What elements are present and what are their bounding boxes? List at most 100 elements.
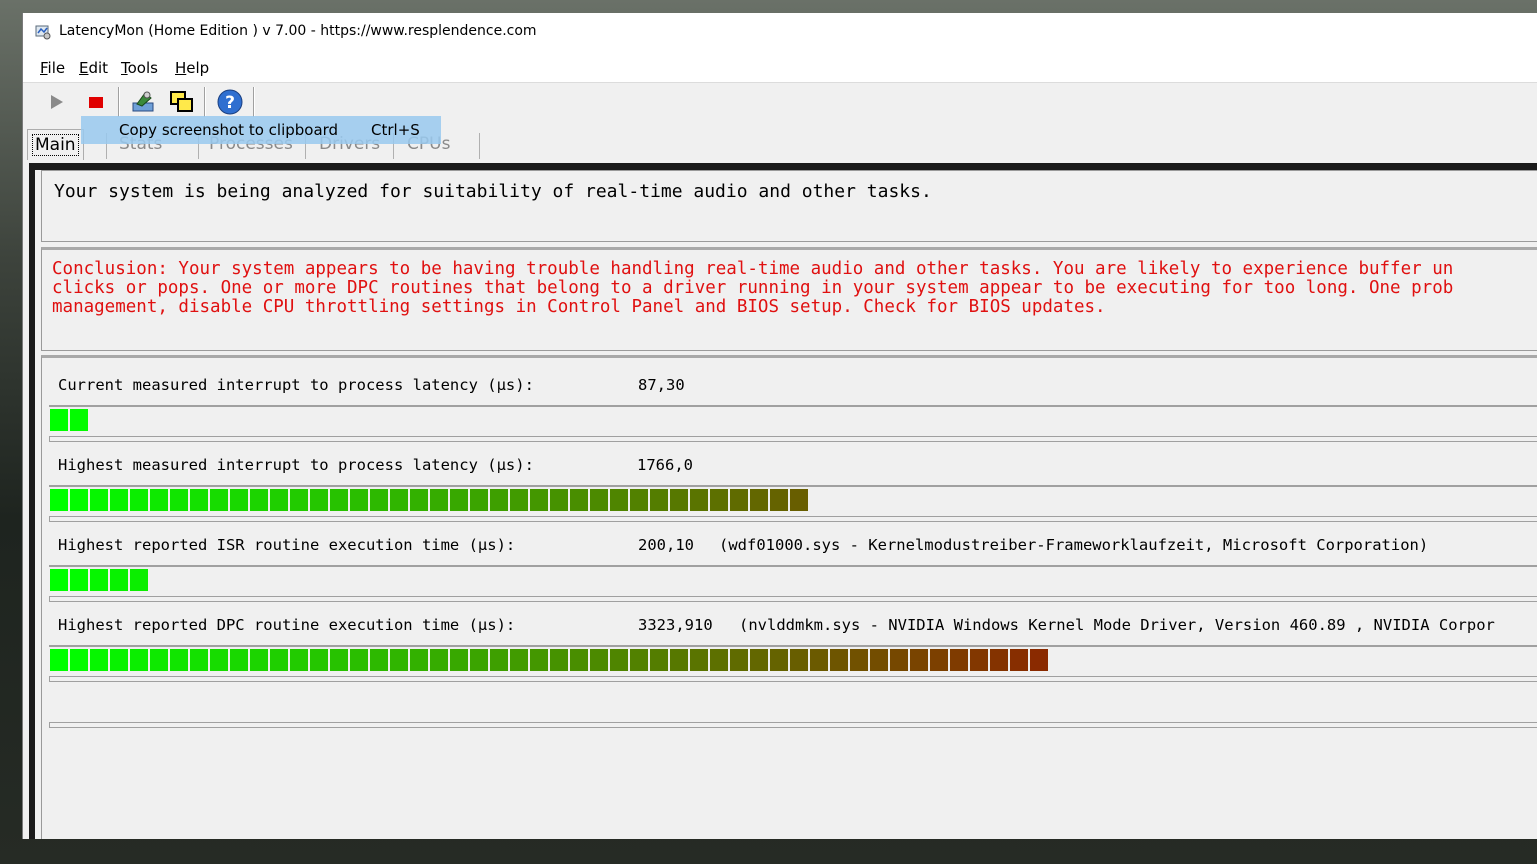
bar-segment bbox=[230, 649, 248, 671]
bar-segment bbox=[490, 649, 508, 671]
bar-segment bbox=[710, 489, 728, 511]
bar-segment bbox=[510, 489, 528, 511]
title-bar[interactable]: LatencyMon (Home Edition ) v 7.00 - http… bbox=[23, 13, 1537, 53]
bar-segment bbox=[530, 649, 548, 671]
conclusion-panel: Conclusion: Your system appears to be ha… bbox=[41, 247, 1537, 351]
bar-segment bbox=[570, 489, 588, 511]
metric-separator bbox=[49, 722, 1537, 728]
bar-segment bbox=[910, 649, 928, 671]
isr-time-bar bbox=[49, 565, 1537, 598]
bar-segment bbox=[250, 649, 268, 671]
bar-segment bbox=[70, 569, 88, 591]
menu-file[interactable]: File bbox=[40, 59, 65, 77]
svg-text:?: ? bbox=[225, 93, 235, 113]
conclusion-line: clicks or pops. One or more DPC routines… bbox=[52, 278, 1454, 298]
bar-segment bbox=[690, 489, 708, 511]
bar-segment bbox=[470, 649, 488, 671]
latencymon-window: LatencyMon (Home Edition ) v 7.00 - http… bbox=[22, 13, 1537, 839]
bar-segment bbox=[590, 649, 608, 671]
bar-segment bbox=[490, 489, 508, 511]
bar-segment bbox=[650, 649, 668, 671]
bar-segment bbox=[450, 489, 468, 511]
main-panel: Your system is being analyzed for suitab… bbox=[35, 170, 1537, 839]
bar-segment bbox=[70, 489, 88, 511]
metric-separator bbox=[49, 676, 1537, 682]
isr-time-label: Highest reported ISR routine execution t… bbox=[58, 536, 516, 554]
metric-separator bbox=[49, 596, 1537, 602]
tab-main-label: Main bbox=[32, 134, 79, 156]
bar-segment bbox=[810, 649, 828, 671]
app-icon bbox=[35, 25, 51, 40]
toolbar-separator bbox=[204, 87, 206, 117]
settings-icon[interactable] bbox=[129, 88, 157, 116]
tab-separator bbox=[479, 133, 480, 159]
help-icon[interactable]: ? bbox=[216, 88, 244, 116]
bar-segment bbox=[390, 649, 408, 671]
bar-segment bbox=[470, 489, 488, 511]
bar-segment bbox=[790, 489, 808, 511]
bar-segment bbox=[270, 489, 288, 511]
metric-separator bbox=[49, 516, 1537, 522]
windows-icon[interactable] bbox=[168, 88, 196, 116]
conclusion-line: Conclusion: Your system appears to be ha… bbox=[52, 259, 1454, 279]
bar-segment bbox=[150, 649, 168, 671]
bar-segment bbox=[50, 649, 68, 671]
dpc-time-label: Highest reported DPC routine execution t… bbox=[58, 616, 516, 634]
bar-segment bbox=[790, 649, 808, 671]
bar-segment bbox=[330, 649, 348, 671]
dpc-time-bar bbox=[49, 645, 1537, 678]
bar-segment bbox=[570, 649, 588, 671]
menu-tools[interactable]: Tools bbox=[121, 59, 158, 77]
bar-segment bbox=[50, 489, 68, 511]
play-icon[interactable] bbox=[42, 88, 70, 116]
bar-segment bbox=[870, 649, 888, 671]
tooltip-label: Copy screenshot to clipboard bbox=[119, 121, 339, 139]
tab-main[interactable]: Main bbox=[27, 129, 84, 160]
bar-fill bbox=[50, 489, 810, 511]
analysis-status-text: Your system is being analyzed for suitab… bbox=[54, 181, 932, 202]
bar-segment bbox=[230, 489, 248, 511]
current-latency-value: 87,30 bbox=[638, 376, 685, 394]
bar-segment bbox=[710, 649, 728, 671]
menu-edit[interactable]: Edit bbox=[79, 59, 108, 77]
conclusion-line: management, disable CPU throttling setti… bbox=[52, 297, 1106, 317]
bar-segment bbox=[150, 489, 168, 511]
bar-segment bbox=[550, 489, 568, 511]
bar-segment bbox=[290, 489, 308, 511]
bar-segment bbox=[430, 489, 448, 511]
bar-segment bbox=[950, 649, 968, 671]
bar-segment bbox=[630, 489, 648, 511]
bar-segment bbox=[1030, 649, 1048, 671]
stop-icon[interactable] bbox=[81, 88, 109, 116]
menu-help[interactable]: Help bbox=[175, 59, 209, 77]
conclusion-text: Conclusion: Your system appears to be ha… bbox=[52, 260, 1537, 317]
bar-segment bbox=[50, 569, 68, 591]
bar-segment bbox=[270, 649, 288, 671]
bar-segment bbox=[130, 489, 148, 511]
toolbar-separator bbox=[118, 87, 120, 117]
bar-segment bbox=[430, 649, 448, 671]
bar-segment bbox=[210, 649, 228, 671]
bar-segment bbox=[130, 649, 148, 671]
bar-segment bbox=[850, 649, 868, 671]
bar-segment bbox=[110, 569, 128, 591]
bar-segment bbox=[730, 649, 748, 671]
bar-segment bbox=[370, 489, 388, 511]
bar-segment bbox=[990, 649, 1008, 671]
bar-segment bbox=[750, 649, 768, 671]
bar-segment bbox=[250, 489, 268, 511]
bar-segment bbox=[610, 649, 628, 671]
metric-separator bbox=[49, 436, 1537, 442]
window-title: LatencyMon (Home Edition ) v 7.00 - http… bbox=[59, 23, 537, 39]
bar-segment bbox=[1010, 649, 1028, 671]
bar-segment bbox=[310, 489, 328, 511]
bar-segment bbox=[290, 649, 308, 671]
current-latency-label: Current measured interrupt to process la… bbox=[58, 376, 534, 394]
bar-fill bbox=[50, 409, 90, 431]
bar-segment bbox=[770, 649, 788, 671]
bar-segment bbox=[630, 649, 648, 671]
tooltip-shortcut: Ctrl+S bbox=[371, 121, 420, 139]
bar-segment bbox=[730, 489, 748, 511]
bar-segment bbox=[670, 649, 688, 671]
current-latency-bar bbox=[49, 405, 1537, 438]
